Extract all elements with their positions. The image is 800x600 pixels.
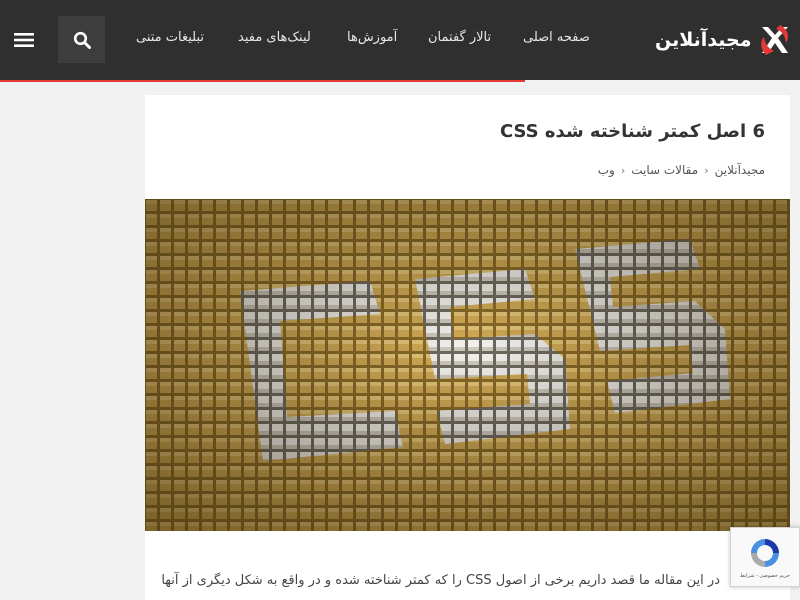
breadcrumb: مجیدآنلاین ‹ مقالات سایت ‹ وب <box>598 163 765 177</box>
nav-tutorials[interactable]: آموزش‌ها <box>347 30 397 48</box>
recaptcha-privacy-terms[interactable]: حریم خصوصی - شرایط <box>740 573 790 579</box>
logo-text: مجیدآنلاین <box>655 29 752 51</box>
article-card: 6 اصل کمتر شناخته شده CSS مجیدآنلاین ‹ م… <box>145 95 790 600</box>
search-button[interactable] <box>58 16 105 63</box>
breadcrumb-articles[interactable]: مقالات سایت <box>631 163 698 177</box>
recaptcha-icon <box>751 539 779 567</box>
article-title: 6 اصل کمتر شناخته شده CSS <box>499 121 765 142</box>
nav-text-ads[interactable]: تبلیغات متنی <box>136 30 204 48</box>
menu-button[interactable] <box>10 26 38 54</box>
search-icon <box>73 31 91 49</box>
featured-image <box>145 199 790 531</box>
chevron-left-icon: ‹ <box>620 163 626 177</box>
x-logo-icon <box>760 25 788 55</box>
site-logo[interactable]: مجیدآنلاین <box>655 20 795 60</box>
nav-forum[interactable]: تالار گفتمان <box>428 30 491 48</box>
article-excerpt: در این مقاله ما قصد داریم برخی از اصول C… <box>161 573 720 588</box>
nav-useful-links[interactable]: لینک‌های مفید <box>238 30 311 48</box>
chevron-left-icon: ‹ <box>704 163 709 177</box>
breadcrumb-home[interactable]: مجیدآنلاین <box>715 163 765 177</box>
nav-home[interactable]: صفحه اصلی <box>523 30 590 48</box>
breadcrumb-web[interactable]: وب <box>598 163 615 177</box>
recaptcha-badge[interactable]: حریم خصوصی - شرایط <box>730 527 800 587</box>
header-accent-bar <box>0 80 525 82</box>
hamburger-icon <box>14 33 34 47</box>
